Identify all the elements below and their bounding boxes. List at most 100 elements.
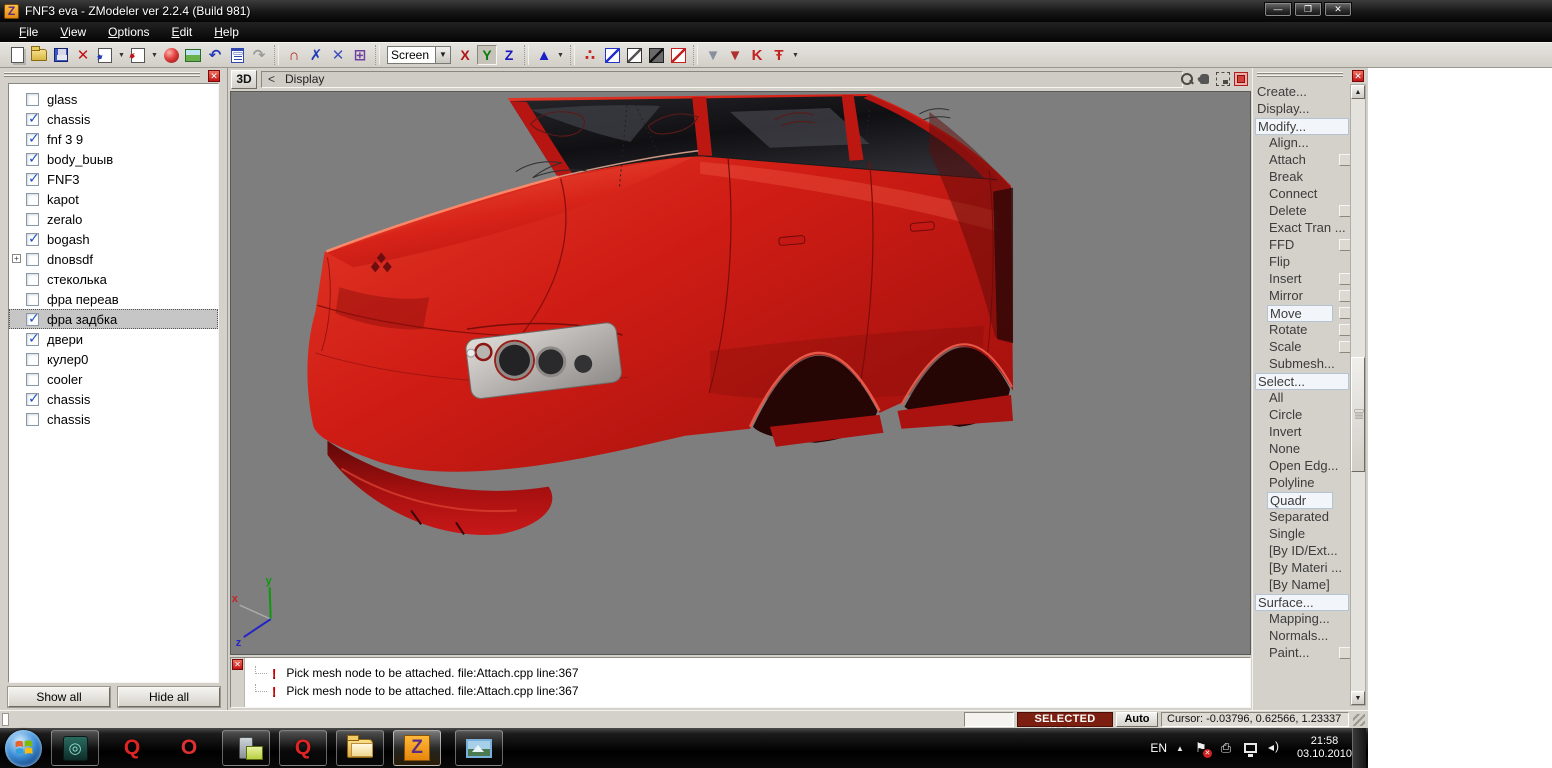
- network-icon[interactable]: [1243, 741, 1259, 756]
- filter-vertices-icon[interactable]: ▼: [702, 44, 724, 66]
- expand-icon[interactable]: +: [12, 254, 21, 263]
- edges-level-icon[interactable]: [601, 44, 623, 66]
- commands-panel-close-icon[interactable]: ✕: [1352, 70, 1364, 82]
- menu-item-file[interactable]: File: [8, 23, 49, 41]
- layer-checkbox[interactable]: ✓: [26, 393, 39, 406]
- layer-row[interactable]: ✓chassis: [9, 389, 218, 409]
- layer-row[interactable]: glass: [9, 89, 218, 109]
- layers-panel-close-icon[interactable]: ✕: [208, 70, 220, 82]
- objects-level-icon[interactable]: [667, 44, 689, 66]
- command-rotate[interactable]: Rotate: [1255, 322, 1351, 339]
- command-connect[interactable]: Connect: [1255, 186, 1351, 203]
- command-delete[interactable]: Delete: [1255, 203, 1351, 220]
- axis-z-button[interactable]: Z: [499, 45, 519, 65]
- frame-view-icon[interactable]: [1216, 72, 1230, 86]
- command-move[interactable]: Move: [1255, 305, 1351, 322]
- taskbar-app-q-messenger-2[interactable]: Q: [279, 730, 327, 766]
- axis-y-button[interactable]: Y: [477, 45, 497, 65]
- menu-item-edit[interactable]: Edit: [161, 23, 204, 41]
- command-by-id-ext[interactable]: [By ID/Ext...: [1255, 543, 1351, 560]
- taskbar-app-phone-tool[interactable]: [222, 730, 270, 766]
- faces-level-icon[interactable]: [623, 44, 645, 66]
- menu-item-view[interactable]: View: [49, 23, 97, 41]
- layer-checkbox[interactable]: ✓: [26, 173, 39, 186]
- panel-grip[interactable]: [4, 71, 200, 79]
- command-single[interactable]: Single: [1255, 526, 1351, 543]
- command-create[interactable]: Create...: [1255, 84, 1351, 101]
- layer-checkbox[interactable]: ✓: [26, 313, 39, 326]
- 3d-viewport[interactable]: y x z: [230, 91, 1251, 655]
- maximize-button[interactable]: ❐: [1294, 2, 1322, 17]
- show-desktop-button[interactable]: [1352, 728, 1366, 768]
- weld-vertices-icon[interactable]: ✗: [305, 44, 327, 66]
- view-3d-tab[interactable]: 3D: [231, 70, 257, 89]
- show-all-button[interactable]: Show all: [8, 687, 110, 707]
- menu-item-options[interactable]: Options: [97, 23, 160, 41]
- layer-row[interactable]: zeralo: [9, 209, 218, 229]
- command-break[interactable]: Break: [1255, 169, 1351, 186]
- export-dropdown[interactable]: ▼: [149, 44, 160, 66]
- layer-checkbox[interactable]: [26, 213, 39, 226]
- command-invert[interactable]: Invert: [1255, 424, 1351, 441]
- command-flip[interactable]: Flip: [1255, 254, 1351, 271]
- breadcrumb-back-icon[interactable]: <: [268, 72, 275, 86]
- layer-row[interactable]: ✓FNF3: [9, 169, 218, 189]
- command-circle[interactable]: Circle: [1255, 407, 1351, 424]
- view-breadcrumb[interactable]: <Display: [261, 71, 1183, 88]
- delete-icon[interactable]: ✕: [72, 44, 94, 66]
- device-icon[interactable]: ⎙: [1218, 740, 1234, 756]
- command-align[interactable]: Align...: [1255, 135, 1351, 152]
- layer-row[interactable]: кулер0: [9, 349, 218, 369]
- hidden-icons-icon[interactable]: ▲: [1176, 744, 1184, 753]
- axis-x-button[interactable]: X: [455, 45, 475, 65]
- commands-scrollbar[interactable]: ▲ ▼: [1350, 84, 1366, 706]
- layer-row[interactable]: cooler: [9, 369, 218, 389]
- hide-all-button[interactable]: Hide all: [118, 687, 220, 707]
- layer-checkbox[interactable]: [26, 273, 39, 286]
- scroll-up-icon[interactable]: ▲: [1351, 85, 1365, 99]
- snap-grid-icon[interactable]: ⊞: [349, 44, 371, 66]
- magnet-icon[interactable]: ∩: [283, 44, 305, 66]
- layer-checkbox[interactable]: [26, 253, 39, 266]
- layer-checkbox[interactable]: [26, 93, 39, 106]
- command-by-name[interactable]: [By Name]: [1255, 577, 1351, 594]
- command-ffd[interactable]: FFD: [1255, 237, 1351, 254]
- scroll-down-icon[interactable]: ▼: [1351, 691, 1365, 705]
- zoom-view-icon[interactable]: [1180, 72, 1194, 86]
- layer-checkbox[interactable]: ✓: [26, 233, 39, 246]
- maximize-view-button[interactable]: [1234, 72, 1248, 86]
- layer-checkbox[interactable]: [26, 193, 39, 206]
- polygons-level-icon[interactable]: [645, 44, 667, 66]
- layer-checkbox[interactable]: [26, 353, 39, 366]
- command-by-materi[interactable]: [By Materi ...: [1255, 560, 1351, 577]
- layer-row[interactable]: ✓bogash: [9, 229, 218, 249]
- minimize-button[interactable]: —: [1264, 2, 1292, 17]
- gizmo-dropdown[interactable]: ▼: [555, 44, 566, 66]
- log-window-icon[interactable]: [226, 44, 248, 66]
- detach-vertices-icon[interactable]: ✕: [327, 44, 349, 66]
- command-scale[interactable]: Scale: [1255, 339, 1351, 356]
- start-button[interactable]: [5, 730, 42, 767]
- panel-grip[interactable]: [1257, 71, 1343, 79]
- screen-axis-select[interactable]: Screen▼: [387, 46, 451, 64]
- layer-row[interactable]: ✓chassis: [9, 109, 218, 129]
- command-paint[interactable]: Paint...: [1255, 645, 1351, 662]
- log-close-icon[interactable]: ✕: [232, 659, 243, 670]
- material-editor-icon[interactable]: [182, 44, 204, 66]
- layer-row[interactable]: chassis: [9, 409, 218, 429]
- command-separated[interactable]: Separated: [1255, 509, 1351, 526]
- layer-checkbox[interactable]: ✓: [26, 153, 39, 166]
- close-button[interactable]: ✕: [1324, 2, 1352, 17]
- layer-row[interactable]: фра переав: [9, 289, 218, 309]
- layer-row[interactable]: стеколька: [9, 269, 218, 289]
- command-mirror[interactable]: Mirror: [1255, 288, 1351, 305]
- volume-icon[interactable]: [1268, 742, 1284, 754]
- clock[interactable]: 21:58 03.10.2010: [1297, 735, 1352, 761]
- layer-checkbox[interactable]: [26, 413, 39, 426]
- taskbar-app-zmodeler[interactable]: Z: [393, 730, 441, 766]
- open-file-icon[interactable]: [28, 44, 50, 66]
- bones-dropdown[interactable]: ▼: [790, 44, 801, 66]
- action-center-icon[interactable]: ⚑✕: [1193, 740, 1209, 756]
- command-normals[interactable]: Normals...: [1255, 628, 1351, 645]
- command-mapping[interactable]: Mapping...: [1255, 611, 1351, 628]
